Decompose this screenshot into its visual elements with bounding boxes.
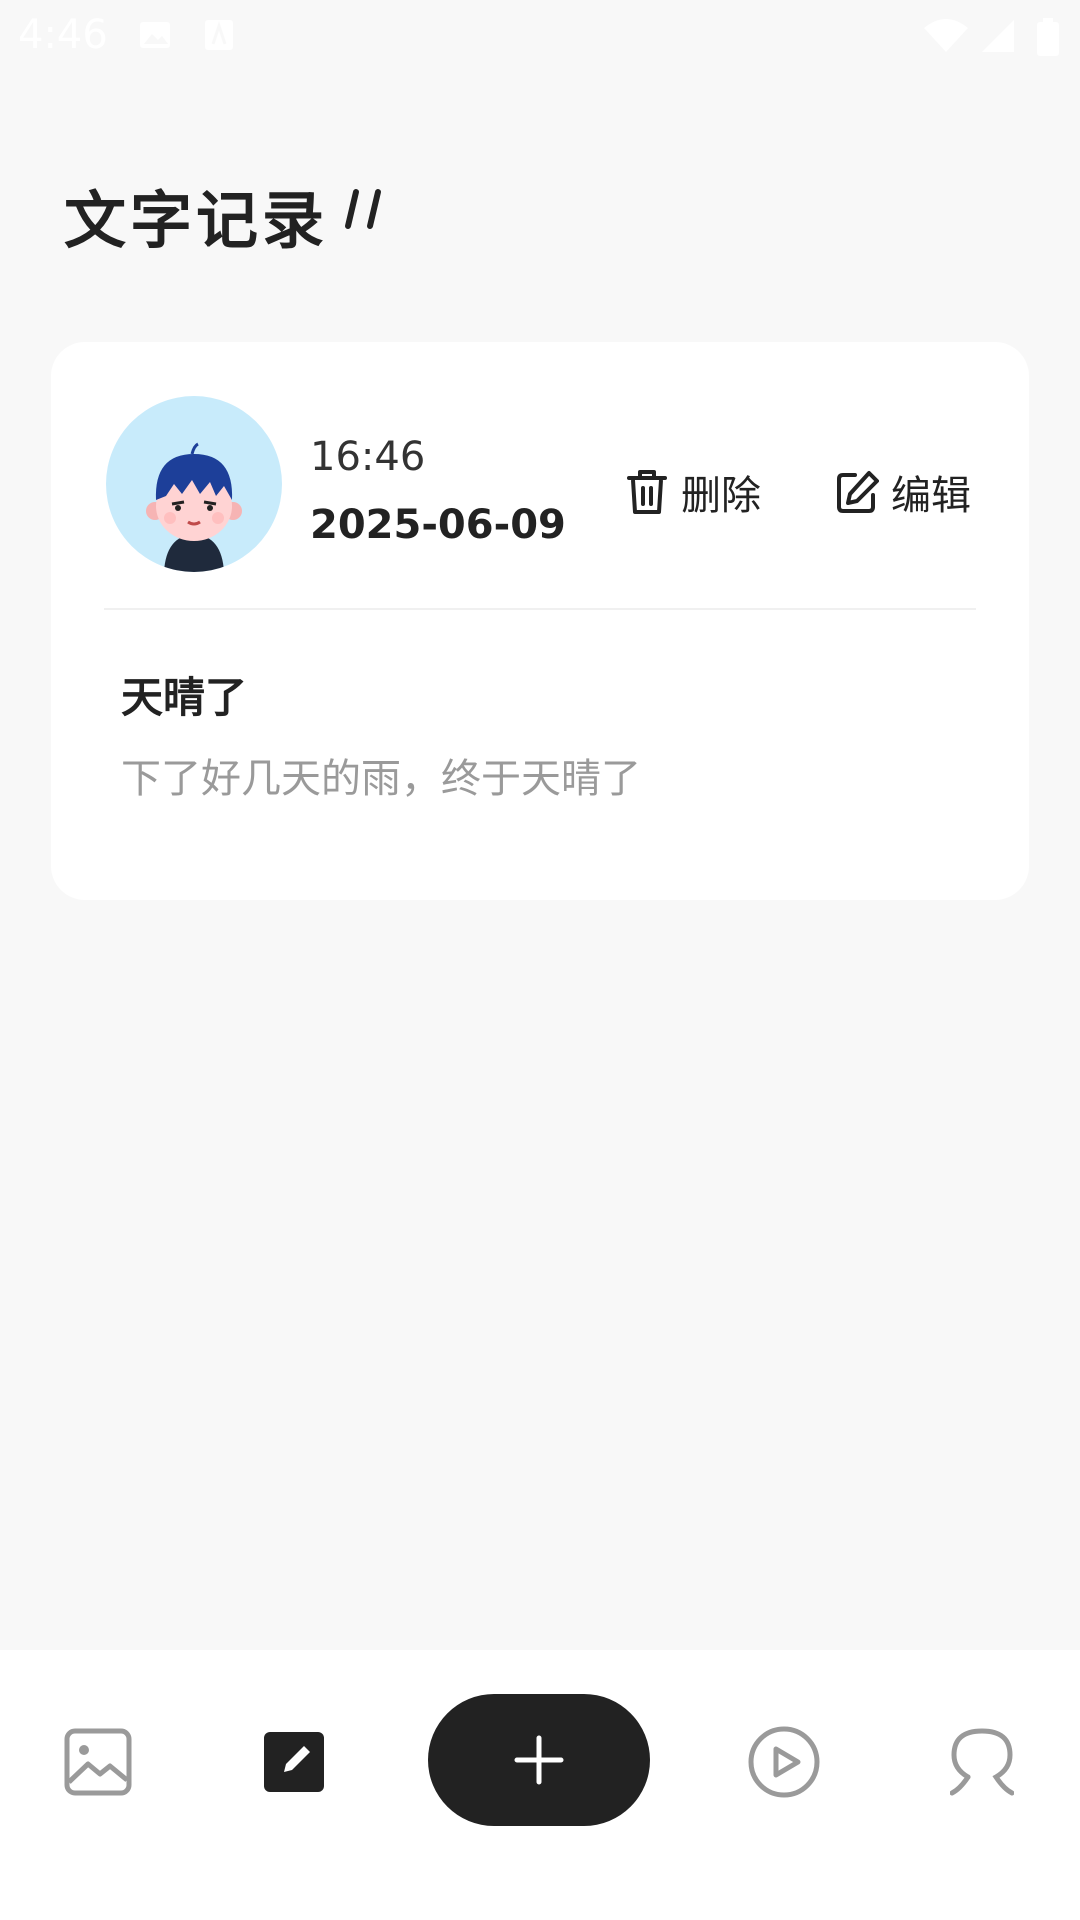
bottom-nav [0,1650,1080,1920]
edit-icon [837,471,879,513]
edit-label: 编辑 [887,463,977,521]
nav-video[interactable] [744,1722,824,1802]
wifi-icon [924,19,968,52]
trash-icon [627,470,667,514]
a-notification-icon [205,20,233,50]
edit-button[interactable]: 编辑 [835,462,977,522]
nav-text-records[interactable] [254,1722,334,1802]
signal-icon [982,20,1014,52]
cartoon-boy-avatar-icon [146,442,242,572]
record-card[interactable]: 16:46 2025-06-09 删除 编辑 天晴了 下了好几天的雨，终于天晴了 [51,342,1029,900]
gallery-icon [64,1728,132,1796]
delete-button[interactable]: 删除 [625,462,767,522]
add-icon [514,1735,564,1785]
slash-decoration-icon [345,189,381,229]
text-edit-icon [264,1732,324,1792]
nav-profile[interactable] [942,1722,1022,1802]
video-play-icon [748,1726,820,1798]
divider [104,608,976,610]
entry-title: 天晴了 [121,673,248,722]
page-title: 文字记录 [64,184,329,257]
status-time: 4:46 [18,12,108,58]
image-notification-icon [140,22,170,48]
status-bar: 4:46 [0,0,1080,72]
delete-label: 删除 [677,463,767,521]
record-date: 2025-06-09 [310,502,566,548]
entry-content: 下了好几天的雨，终于天晴了 [121,756,641,802]
avatar [106,396,282,572]
profile-icon [950,1728,1014,1796]
nav-gallery[interactable] [58,1722,138,1802]
add-button[interactable] [428,1694,650,1826]
battery-icon [1037,18,1059,56]
record-time: 16:46 [310,434,426,480]
